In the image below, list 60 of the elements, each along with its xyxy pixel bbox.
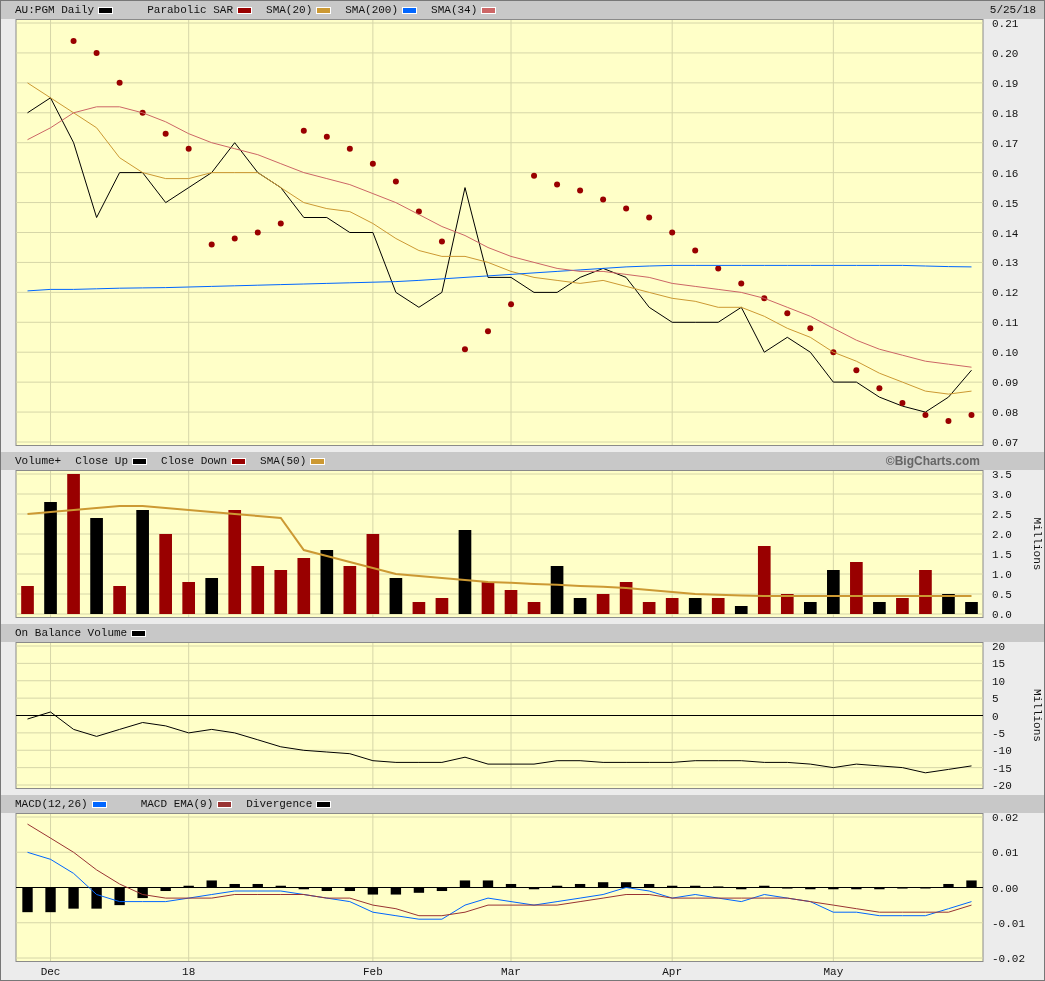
axis-label: -20 (992, 780, 1012, 789)
axis-label: May (823, 966, 844, 978)
axis-label: 3.0 (992, 489, 1012, 501)
axis-label: 0 (992, 710, 999, 723)
axis-label: 0.12 (992, 287, 1019, 300)
legend-label: Parabolic SAR (147, 4, 234, 16)
axis-label: 0.19 (992, 77, 1019, 90)
axis-label: Mar (501, 966, 521, 978)
axis-label: 0.14 (992, 227, 1019, 240)
axis-label: 0.5 (992, 589, 1012, 601)
axis-label: 5 (992, 693, 999, 706)
axis-label: Dec (40, 966, 61, 978)
axis-label: -5 (992, 727, 1006, 740)
legend-label: SMA(34) (431, 4, 478, 16)
credit-text: ©BigCharts.com (885, 454, 980, 468)
legend-label: Divergence (246, 798, 313, 810)
axis-title: Millions (1031, 517, 1043, 571)
axis-label: 1.5 (992, 549, 1012, 561)
legend-label: Close Up (75, 455, 129, 467)
axis-label: -0.02 (992, 953, 1025, 965)
axis-label: 0.11 (992, 317, 1019, 330)
legend-label: Volume+ (15, 455, 62, 467)
axis-label: 0.20 (992, 47, 1019, 60)
axis-label: 0.17 (992, 137, 1019, 150)
axis-label: 2.5 (992, 509, 1012, 521)
axis-label: 15 (992, 658, 1006, 671)
legend-label: MACD(12,26) (15, 798, 88, 810)
axis-label: -15 (992, 762, 1012, 775)
axis-label: 0.13 (992, 257, 1019, 270)
legend-label: On Balance Volume (15, 627, 128, 639)
axis-label: 0.07 (992, 437, 1019, 446)
axis-label: 0.18 (992, 107, 1019, 120)
date-label: 5/25/18 (989, 4, 1036, 16)
axis-title: Millions (1031, 689, 1043, 742)
legend-label: SMA(20) (266, 4, 313, 16)
axis-label: Apr (662, 966, 683, 978)
axis-label: 1.0 (992, 569, 1012, 581)
axis-label: -0.01 (992, 917, 1025, 930)
legend-label: Close Down (161, 455, 228, 467)
axis-label: 0.10 (992, 347, 1019, 360)
axis-label: 0.21 (992, 19, 1019, 30)
axis-label: Feb (362, 966, 383, 978)
axis-label: 0.01 (992, 847, 1019, 860)
axis-label: 0.15 (992, 197, 1019, 210)
axis-label: 0.0 (992, 609, 1012, 618)
axis-label: 3.5 (992, 470, 1012, 481)
legend-label: SMA(200) (345, 4, 399, 16)
legend-label: MACD EMA(9) (140, 798, 214, 810)
legend-label: AU:PGM Daily (15, 4, 95, 16)
axis-label: -10 (992, 745, 1012, 758)
axis-label: 0.02 (992, 813, 1019, 824)
legend-label: SMA(50) (260, 455, 307, 467)
axis-label: 0.08 (992, 407, 1019, 420)
axis-label: 10 (992, 675, 1006, 688)
axis-label: 2.0 (992, 529, 1012, 541)
axis-label: 0.00 (992, 882, 1019, 895)
axis-label: 18 (182, 966, 196, 978)
axis-label: 0.16 (992, 167, 1019, 180)
axis-label: 0.09 (992, 377, 1019, 390)
axis-label: 20 (992, 642, 1006, 653)
